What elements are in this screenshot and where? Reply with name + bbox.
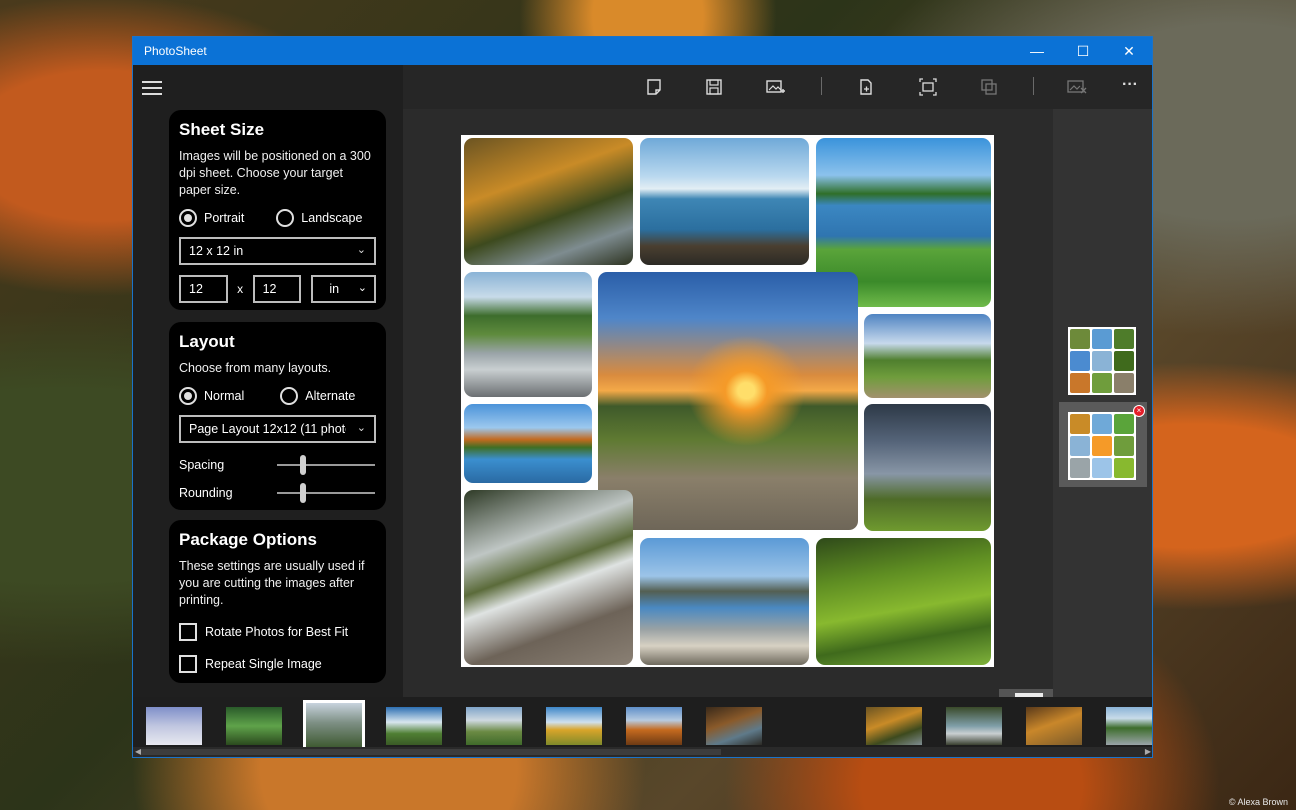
photo-filmstrip: ◀ ▶ <box>133 697 1152 757</box>
paper-size-select[interactable]: 12 x 12 in ⌄ <box>179 237 376 265</box>
hamburger-menu-icon[interactable] <box>142 81 162 95</box>
times-label: x <box>237 282 244 296</box>
filmstrip-scrollbar[interactable]: ◀ ▶ <box>133 747 1152 757</box>
repeat-single-image-checkbox[interactable]: Repeat Single Image <box>179 655 376 673</box>
filmstrip-photo-3[interactable] <box>303 700 365 750</box>
landscape-radio[interactable]: Landscape <box>276 209 362 227</box>
photo-river-rapids[interactable] <box>464 272 592 397</box>
scroll-right-icon[interactable]: ▶ <box>1145 747 1151 756</box>
sheet-canvas: × ↗ <box>403 109 1079 757</box>
rotate-photos-checkbox[interactable]: Rotate Photos for Best Fit <box>179 623 376 641</box>
close-button[interactable]: ✕ <box>1106 37 1152 65</box>
photo-waterfall[interactable] <box>464 490 633 665</box>
title-bar: PhotoSheet — ☐ ✕ <box>133 37 1152 65</box>
filmstrip-photo-10[interactable] <box>946 707 1002 745</box>
page-settings-icon[interactable] <box>855 77 877 97</box>
window-title: PhotoSheet <box>144 44 207 58</box>
photo-mossy-forest[interactable] <box>816 538 991 665</box>
filmstrip-photo-11[interactable] <box>1026 707 1082 745</box>
photo-railway-sunset[interactable] <box>598 272 858 530</box>
duplicate-icon[interactable] <box>978 77 1000 97</box>
photo-sheet <box>461 135 994 667</box>
unit-select[interactable]: in ⌄ <box>311 275 377 303</box>
more-icon[interactable]: ··· <box>1119 75 1141 95</box>
filmstrip-photo-2[interactable] <box>226 707 282 745</box>
app-window: PhotoSheet — ☐ ✕ Sheet Size Images will … <box>132 36 1153 758</box>
photo-lake-autumn-tree[interactable] <box>464 404 592 483</box>
sheet-width-input[interactable]: 12 <box>179 275 228 303</box>
photo-forest-stream[interactable] <box>464 138 633 265</box>
sheet-size-heading: Sheet Size <box>179 120 265 139</box>
filmstrip-photo-8[interactable] <box>706 707 762 745</box>
photo-coast-sheep[interactable] <box>640 538 809 665</box>
package-options-heading: Package Options <box>179 530 317 549</box>
filmstrip-photo-4[interactable] <box>386 707 442 745</box>
rounding-label: Rounding <box>179 486 233 500</box>
fit-photos-icon[interactable] <box>917 77 939 97</box>
normal-radio[interactable]: Normal <box>179 387 244 405</box>
chevron-down-icon: ⌄ <box>357 282 368 294</box>
package-options-description: These settings are usually used if you a… <box>179 559 365 607</box>
rounding-slider[interactable] <box>277 483 375 503</box>
layout-description: Choose from many layouts. <box>179 361 332 375</box>
filmstrip-photo-12[interactable] <box>1106 707 1152 745</box>
photo-country-road[interactable] <box>864 314 991 398</box>
photo-lake-mountains[interactable] <box>640 138 809 265</box>
filmstrip-scroll-thumb[interactable] <box>141 749 721 755</box>
chevron-down-icon: ⌄ <box>356 244 366 256</box>
sheet-height-input[interactable]: 12 <box>252 275 302 303</box>
chevron-down-icon: ⌄ <box>352 421 366 434</box>
filmstrip-photo-6[interactable] <box>546 707 602 745</box>
spacing-slider[interactable] <box>277 455 375 475</box>
photo-credit: © Alexa Brown <box>1228 797 1288 807</box>
minimize-button[interactable]: — <box>1014 37 1060 65</box>
sheet-size-panel: Sheet Size Images will be positioned on … <box>169 110 386 310</box>
remove-image-icon[interactable] <box>1066 77 1088 97</box>
page-layout-select[interactable]: Page Layout 12x12 (11 photos) ⌄ <box>179 415 376 443</box>
save-icon[interactable] <box>703 77 725 97</box>
portrait-radio[interactable]: Portrait <box>179 209 244 227</box>
pages-panel: × <box>1053 109 1152 697</box>
rounding-slider-thumb[interactable] <box>300 483 306 503</box>
layout-heading: Layout <box>179 332 235 351</box>
filmstrip-photo-5[interactable] <box>466 707 522 745</box>
spacing-label: Spacing <box>179 458 225 472</box>
new-sheet-icon[interactable] <box>643 77 665 97</box>
command-bar: ··· <box>403 65 1152 109</box>
package-options-panel: Package Options These settings are usual… <box>169 520 386 683</box>
photo-storm-clouds[interactable] <box>864 404 991 531</box>
sheet-size-description: Images will be positioned on a 300 dpi s… <box>179 149 371 197</box>
filmstrip-photo-9[interactable] <box>866 707 922 745</box>
layout-panel: Layout Choose from many layouts. Normal … <box>169 322 386 510</box>
remove-page-icon[interactable]: × <box>1133 405 1145 417</box>
export-image-icon[interactable] <box>765 77 787 97</box>
page-thumbnail-2[interactable] <box>1068 412 1136 480</box>
spacing-slider-thumb[interactable] <box>300 455 306 475</box>
filmstrip-photo-1[interactable] <box>146 707 202 745</box>
maximize-button[interactable]: ☐ <box>1060 37 1106 65</box>
alternate-radio[interactable]: Alternate <box>280 387 355 405</box>
page-thumbnail-1[interactable] <box>1068 327 1136 395</box>
filmstrip-photo-7[interactable] <box>626 707 682 745</box>
